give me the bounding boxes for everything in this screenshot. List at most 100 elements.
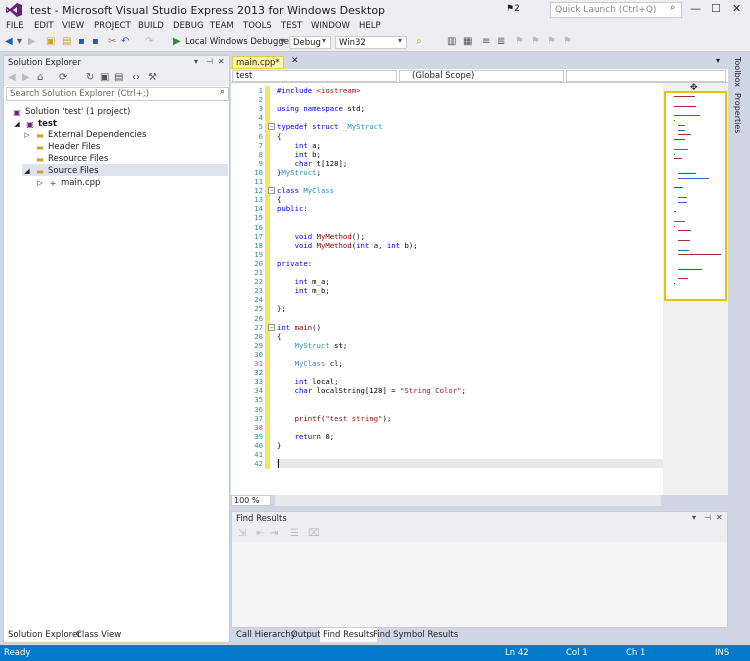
bookmark-icon[interactable]: ⚑ xyxy=(515,36,524,47)
forward-icon[interactable]: ▶ xyxy=(22,72,30,83)
maximize-button[interactable]: ☐ xyxy=(711,2,721,15)
properties-icon[interactable]: ⚒ xyxy=(148,72,157,83)
expanded-arrow-icon[interactable]: ◢ xyxy=(22,167,32,176)
code-line[interactable]: { xyxy=(277,195,281,204)
collapse-region-icon[interactable]: − xyxy=(268,187,275,195)
code-line[interactable]: char t[128]; xyxy=(277,159,348,168)
toolbar-icon[interactable]: ▦ xyxy=(463,36,472,47)
menu-build[interactable]: BUILD xyxy=(138,21,164,31)
chevron-down-icon[interactable]: ▾ xyxy=(716,56,720,65)
sync-icon[interactable]: ⟳ xyxy=(59,72,67,83)
home-icon[interactable]: ⌂ xyxy=(37,72,43,83)
menu-tools[interactable]: TOOLS xyxy=(243,21,272,31)
tree-item-source-files[interactable]: ◢ ▬ Source Files xyxy=(22,166,98,176)
code-line[interactable]: int main() xyxy=(277,323,321,332)
navigate-forward-icon[interactable]: ▶ xyxy=(28,36,36,47)
pin-icon[interactable]: ⊣ xyxy=(704,513,711,522)
tab-toolbox[interactable]: Toolbox xyxy=(733,57,742,87)
code-line[interactable]: return 0; xyxy=(277,432,335,441)
solution-config-icon[interactable]: ▥ xyxy=(447,36,456,47)
back-icon[interactable]: ◀ xyxy=(8,72,16,83)
menu-window[interactable]: WINDOW xyxy=(311,21,350,31)
prev-location-icon[interactable]: ⇤ xyxy=(256,528,264,539)
code-line[interactable]: printf("test string"); xyxy=(277,414,392,423)
goto-location-icon[interactable]: ⇲ xyxy=(238,528,246,539)
code-line[interactable]: int local; xyxy=(277,377,339,386)
code-line[interactable]: } xyxy=(277,441,281,450)
chevron-down-icon[interactable]: ▾ xyxy=(280,36,285,47)
redo-icon[interactable]: ↷ xyxy=(145,36,153,47)
menu-team[interactable]: TEAM xyxy=(210,21,234,31)
code-line[interactable]: private: xyxy=(277,259,312,268)
chevron-down-icon[interactable]: ▾ xyxy=(194,57,198,66)
quick-launch-input[interactable]: Quick Launch (Ctrl+Q) xyxy=(550,2,682,18)
code-line[interactable]: { xyxy=(277,332,281,341)
collapse-region-icon[interactable]: − xyxy=(268,123,275,131)
clear-bookmarks-icon[interactable]: ⚑ xyxy=(563,36,572,47)
open-file-icon[interactable]: ▤ xyxy=(62,36,71,47)
code-editor[interactable]: 1 2 3 4 5 6 7 8 9 10 11 12 13 14 15 16 17 18 19 20 21 22 23 24 2… xyxy=(231,83,728,495)
code-line[interactable]: #include <iostream> xyxy=(277,86,361,95)
code-line[interactable]: MyClass cl; xyxy=(277,359,343,368)
code-line[interactable]: MyStruct st; xyxy=(277,341,348,350)
code-line[interactable]: int m_a; xyxy=(277,277,330,286)
code-line[interactable]: typedef struct _MyStruct xyxy=(277,122,382,131)
close-icon[interactable]: ✕ xyxy=(716,513,723,522)
collapse-region-icon[interactable]: − xyxy=(268,323,275,331)
refresh-icon[interactable]: ↻ xyxy=(86,72,94,83)
tree-item-project[interactable]: ◢ ▣ test xyxy=(12,119,57,129)
minimap-viewport[interactable] xyxy=(664,91,727,301)
show-all-files-icon[interactable]: ▤ xyxy=(114,72,123,83)
menu-view[interactable]: VIEW xyxy=(62,21,84,31)
menu-file[interactable]: FILE xyxy=(6,21,24,31)
code-line[interactable]: int m_b; xyxy=(277,286,330,295)
code-line[interactable]: }MyStruct; xyxy=(277,168,321,177)
clear-all-icon[interactable]: ☰ xyxy=(290,528,299,539)
stop-find-icon[interactable]: ⌧ xyxy=(308,528,320,539)
collapsed-arrow-icon[interactable]: ▷ xyxy=(35,179,45,188)
code-line[interactable]: void MyMethod(); xyxy=(277,232,365,241)
uncomment-icon[interactable]: ≣ xyxy=(497,36,505,47)
pin-icon[interactable]: ⊣ xyxy=(206,57,213,66)
cut-icon[interactable]: ✂ xyxy=(108,36,116,47)
code-line[interactable]: int b; xyxy=(277,150,321,159)
notification-flag-icon[interactable]: ⚑2 xyxy=(506,4,520,14)
menu-test[interactable]: TEST xyxy=(281,21,302,31)
close-tab-icon[interactable]: ✕ xyxy=(291,56,299,66)
tree-item-header-files[interactable]: ▬ Header Files xyxy=(35,142,100,152)
start-debug-icon[interactable]: ▶ xyxy=(173,36,181,47)
close-button[interactable]: ✕ xyxy=(732,2,741,15)
code-lines[interactable]: #include <iostream> using namespace std; t… xyxy=(231,83,663,495)
next-bookmark-icon[interactable]: ⚑ xyxy=(547,36,556,47)
menu-help[interactable]: HELP xyxy=(359,21,381,31)
collapsed-arrow-icon[interactable]: ▷ xyxy=(22,131,32,140)
menu-edit[interactable]: EDIT xyxy=(34,21,54,31)
code-line[interactable]: using namespace std; xyxy=(277,104,365,113)
tree-item-resource-files[interactable]: ▬ Resource Files xyxy=(35,154,108,164)
code-line[interactable]: int a; xyxy=(277,141,321,150)
tab-class-view[interactable]: Class View xyxy=(73,628,124,642)
chevron-down-icon[interactable]: ▾ xyxy=(692,513,696,522)
code-line[interactable]: }; xyxy=(277,304,286,313)
debug-target-label[interactable]: Local Windows Debugger xyxy=(185,37,292,47)
solution-search-input[interactable]: Search Solution Explorer (Ctrl+;) xyxy=(6,87,229,101)
tab-find-symbol-results[interactable]: Find Symbol Results xyxy=(370,628,461,642)
prev-bookmark-icon[interactable]: ⚑ xyxy=(531,36,540,47)
view-code-icon[interactable]: ‹› xyxy=(132,72,140,83)
undo-icon[interactable]: ↶ xyxy=(121,36,129,47)
expanded-arrow-icon[interactable]: ◢ xyxy=(12,120,22,129)
platform-select[interactable]: Win32 xyxy=(335,36,407,49)
project-dropdown[interactable]: test xyxy=(232,70,397,82)
code-line[interactable]: char localString[128] = "String Color"; xyxy=(277,386,466,395)
member-dropdown[interactable] xyxy=(566,70,726,82)
horizontal-scrollbar[interactable] xyxy=(275,495,661,506)
tab-find-results[interactable]: Find Results xyxy=(320,628,377,642)
find-results-content[interactable] xyxy=(232,542,727,627)
tree-item-solution[interactable]: ▣ Solution 'test' (1 project) xyxy=(12,107,130,117)
find-in-files-icon[interactable]: ⌕ xyxy=(416,36,422,47)
tab-solution-explorer[interactable]: Solution Explorer xyxy=(5,628,84,642)
close-icon[interactable]: ✕ xyxy=(218,57,225,66)
tree-item-external-dependencies[interactable]: ▷ ▬ External Dependencies xyxy=(22,130,146,140)
tab-properties[interactable]: Properties xyxy=(733,93,742,133)
new-project-icon[interactable]: ▣ xyxy=(46,36,55,47)
